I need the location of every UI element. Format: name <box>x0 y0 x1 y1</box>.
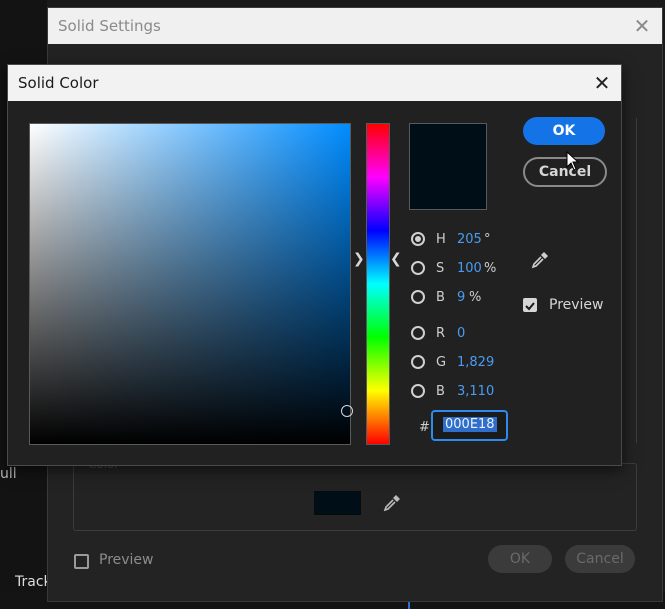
hex-value[interactable]: 000E18 <box>443 417 497 432</box>
r-label: R <box>436 326 446 341</box>
hex-input[interactable]: 000E18 <box>431 410 508 441</box>
h-value[interactable]: 205 <box>457 232 482 247</box>
hue-slider-right-arrow-icon[interactable]: ❮ <box>390 251 402 267</box>
hue-slider[interactable] <box>366 123 390 445</box>
background-layer-label: ull <box>0 466 17 482</box>
solid-color-swatch[interactable] <box>314 491 361 515</box>
hue-slider-left-arrow-icon[interactable]: ❯ <box>353 251 365 267</box>
g-label: G <box>436 355 447 370</box>
solid-color-titlebar: Solid Color ✕ <box>8 65 621 101</box>
radio-b[interactable] <box>411 290 425 304</box>
g-value[interactable]: 1,829 <box>457 355 494 370</box>
solid-settings-title: Solid Settings <box>58 17 161 35</box>
s-label: S <box>436 261 445 276</box>
blue-label: B <box>436 384 445 399</box>
eyedropper-icon[interactable] <box>381 492 403 514</box>
r-value[interactable]: 0 <box>457 326 465 341</box>
color-field-cursor[interactable] <box>341 405 353 417</box>
cancel-button[interactable]: Cancel <box>523 157 607 187</box>
h-unit: ° <box>484 232 491 247</box>
preview-label: Preview <box>99 552 154 568</box>
preview-checkbox[interactable] <box>523 298 537 312</box>
settings-frame-border <box>636 118 637 443</box>
saturation-brightness-field[interactable] <box>29 123 351 445</box>
close-icon[interactable]: ✕ <box>628 12 656 40</box>
cancel-button[interactable]: Cancel <box>565 545 635 573</box>
b-value[interactable]: 9 <box>457 290 465 305</box>
b-label: B <box>436 290 445 305</box>
radio-s[interactable] <box>411 261 425 275</box>
ok-button[interactable]: OK <box>523 117 605 145</box>
s-value[interactable]: 100 <box>457 261 482 276</box>
blue-value[interactable]: 3,110 <box>457 384 494 399</box>
eyedropper-icon[interactable] <box>529 249 551 271</box>
current-color-swatch <box>409 123 487 210</box>
solid-color-dialog: Solid Color ✕ ❯ ❮ H 205 ° S 100 % B 9 % … <box>7 64 622 466</box>
h-label: H <box>436 232 446 247</box>
close-icon[interactable]: ✕ <box>588 69 616 97</box>
ok-button[interactable]: OK <box>488 545 552 573</box>
preview-label: Preview <box>549 297 604 313</box>
checkmark-icon <box>525 302 535 311</box>
radio-r[interactable] <box>411 326 425 340</box>
hex-symbol: # <box>419 420 430 435</box>
preview-checkbox[interactable] <box>74 554 89 569</box>
radio-h[interactable] <box>411 232 425 246</box>
radio-g[interactable] <box>411 355 425 369</box>
radio-blue[interactable] <box>411 384 425 398</box>
solid-settings-titlebar: Solid Settings ✕ <box>48 8 662 44</box>
b-unit: % <box>469 290 482 305</box>
solid-color-title: Solid Color <box>18 74 99 92</box>
s-unit: % <box>484 261 497 276</box>
mouse-pointer-icon <box>566 150 580 171</box>
